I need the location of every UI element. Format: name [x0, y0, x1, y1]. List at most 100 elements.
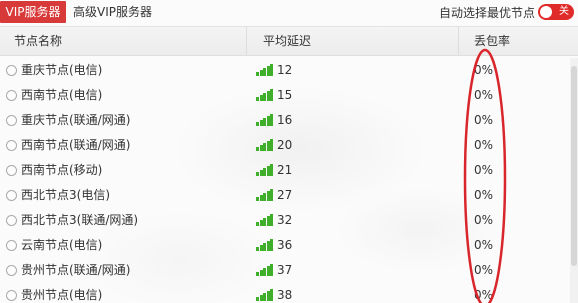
table-row[interactable]: 西南节点(移动) 21 0%	[0, 158, 570, 183]
packet-loss-value: 0%	[474, 63, 494, 77]
latency-value: 16	[277, 113, 293, 127]
scrollbar[interactable]	[570, 58, 578, 303]
signal-bar	[270, 89, 274, 101]
node-radio-button[interactable]	[6, 165, 17, 176]
signal-bar	[270, 289, 274, 301]
signal-bar	[270, 139, 274, 151]
node-radio-button[interactable]	[6, 240, 17, 251]
signal-bar	[266, 166, 270, 176]
node-radio-button[interactable]	[6, 140, 17, 151]
node-radio-button[interactable]	[6, 115, 17, 126]
table-row[interactable]: 西北节点3(联通/网通) 32 0%	[0, 208, 570, 233]
server-list: 重庆节点(电信) 12 0% 西南节点(电信) 15 0% 重庆节点(联通/网通) 16 0% 西…	[0, 58, 570, 303]
column-header-avg-latency[interactable]: 平均延迟	[263, 27, 311, 55]
latency-value: 38	[277, 288, 293, 302]
latency-value: 20	[277, 138, 293, 152]
node-radio-button[interactable]	[6, 65, 17, 76]
signal-bar	[266, 291, 270, 301]
signal-bar	[270, 114, 274, 126]
signal-bar	[259, 195, 263, 201]
signal-strength-icon	[256, 239, 274, 251]
signal-strength-icon	[256, 64, 274, 76]
tab-vip-servers[interactable]: VIP服务器	[0, 1, 66, 23]
node-name: 西北节点3(联通/网通)	[21, 213, 139, 227]
node-name: 西北节点3(电信)	[21, 188, 110, 202]
signal-strength-icon	[256, 264, 274, 276]
packet-loss-value: 0%	[474, 188, 494, 202]
packet-loss-value: 0%	[474, 288, 494, 302]
table-row[interactable]: 重庆节点(联通/网通) 16 0%	[0, 108, 570, 133]
server-selection-panel: VIP服务器 高级VIP服务器 自动选择最优节点 关 节点名称 平均延迟 丢包率…	[0, 0, 578, 303]
signal-bar	[270, 164, 274, 176]
signal-bar	[259, 145, 263, 151]
signal-bar	[270, 239, 274, 251]
column-divider	[246, 27, 247, 55]
scrollbar-thumb[interactable]	[571, 66, 577, 266]
signal-bar	[259, 170, 263, 176]
signal-bar	[259, 70, 263, 76]
signal-bar	[266, 141, 270, 151]
signal-bar	[263, 193, 267, 201]
signal-bar	[270, 189, 274, 201]
signal-bar	[266, 91, 270, 101]
node-radio-button[interactable]	[6, 190, 17, 201]
signal-bar	[266, 66, 270, 76]
auto-select-label: 自动选择最优节点	[438, 6, 535, 20]
signal-bar	[259, 245, 263, 251]
signal-strength-icon	[256, 89, 274, 101]
signal-strength-icon	[256, 164, 274, 176]
table-row[interactable]: 贵州节点(联通/网通) 37 0%	[0, 258, 570, 283]
signal-bar	[256, 222, 259, 226]
packet-loss-value: 0%	[474, 238, 494, 252]
node-name: 西南节点(电信)	[21, 88, 103, 102]
signal-bar	[256, 172, 259, 176]
latency-value: 21	[277, 163, 293, 177]
table-row[interactable]: 云南节点(电信) 36 0%	[0, 233, 570, 258]
signal-bar	[263, 68, 267, 76]
table-row[interactable]: 西北节点3(电信) 27 0%	[0, 183, 570, 208]
node-name: 重庆节点(电信)	[21, 63, 103, 77]
table-row[interactable]: 贵州节点(电信) 38 0%	[0, 283, 570, 303]
column-header-node-name[interactable]: 节点名称	[14, 27, 62, 55]
latency-value: 37	[277, 263, 293, 277]
signal-bar	[266, 216, 270, 226]
toggle-state-text: 关	[559, 6, 569, 17]
signal-bar	[266, 241, 270, 251]
top-bar: VIP服务器 高级VIP服务器 自动选择最优节点 关	[0, 0, 578, 24]
signal-strength-icon	[256, 114, 274, 126]
node-radio-button[interactable]	[6, 90, 17, 101]
latency-value: 12	[277, 63, 293, 77]
signal-bar	[263, 93, 267, 101]
node-name: 贵州节点(联通/网通)	[21, 263, 131, 277]
signal-bar	[263, 118, 267, 126]
node-radio-button[interactable]	[6, 290, 17, 301]
signal-bar	[263, 268, 267, 276]
signal-bar	[259, 295, 263, 301]
signal-strength-icon	[256, 139, 274, 151]
table-row[interactable]: 西南节点(电信) 15 0%	[0, 83, 570, 108]
packet-loss-value: 0%	[474, 213, 494, 227]
signal-bar	[259, 270, 263, 276]
signal-strength-icon	[256, 189, 274, 201]
signal-strength-icon	[256, 289, 274, 301]
table-header: 节点名称 平均延迟 丢包率	[0, 26, 578, 56]
table-row[interactable]: 西南节点(联通/网通) 20 0%	[0, 133, 570, 158]
signal-bar	[270, 264, 274, 276]
auto-select-toggle[interactable]: 关	[538, 4, 574, 20]
signal-strength-icon	[256, 214, 274, 226]
latency-value: 15	[277, 88, 293, 102]
packet-loss-value: 0%	[474, 138, 494, 152]
packet-loss-value: 0%	[474, 88, 494, 102]
node-name: 西南节点(联通/网通)	[21, 138, 131, 152]
node-name: 云南节点(电信)	[21, 238, 103, 252]
table-row[interactable]: 重庆节点(电信) 12 0%	[0, 58, 570, 83]
signal-bar	[256, 72, 259, 76]
signal-bar	[256, 272, 259, 276]
signal-bar	[259, 220, 263, 226]
column-header-packet-loss[interactable]: 丢包率	[474, 27, 510, 55]
signal-bar	[259, 95, 263, 101]
node-name: 重庆节点(联通/网通)	[21, 113, 131, 127]
tab-premium-vip-servers[interactable]: 高级VIP服务器	[73, 1, 152, 23]
node-radio-button[interactable]	[6, 265, 17, 276]
node-radio-button[interactable]	[6, 215, 17, 226]
